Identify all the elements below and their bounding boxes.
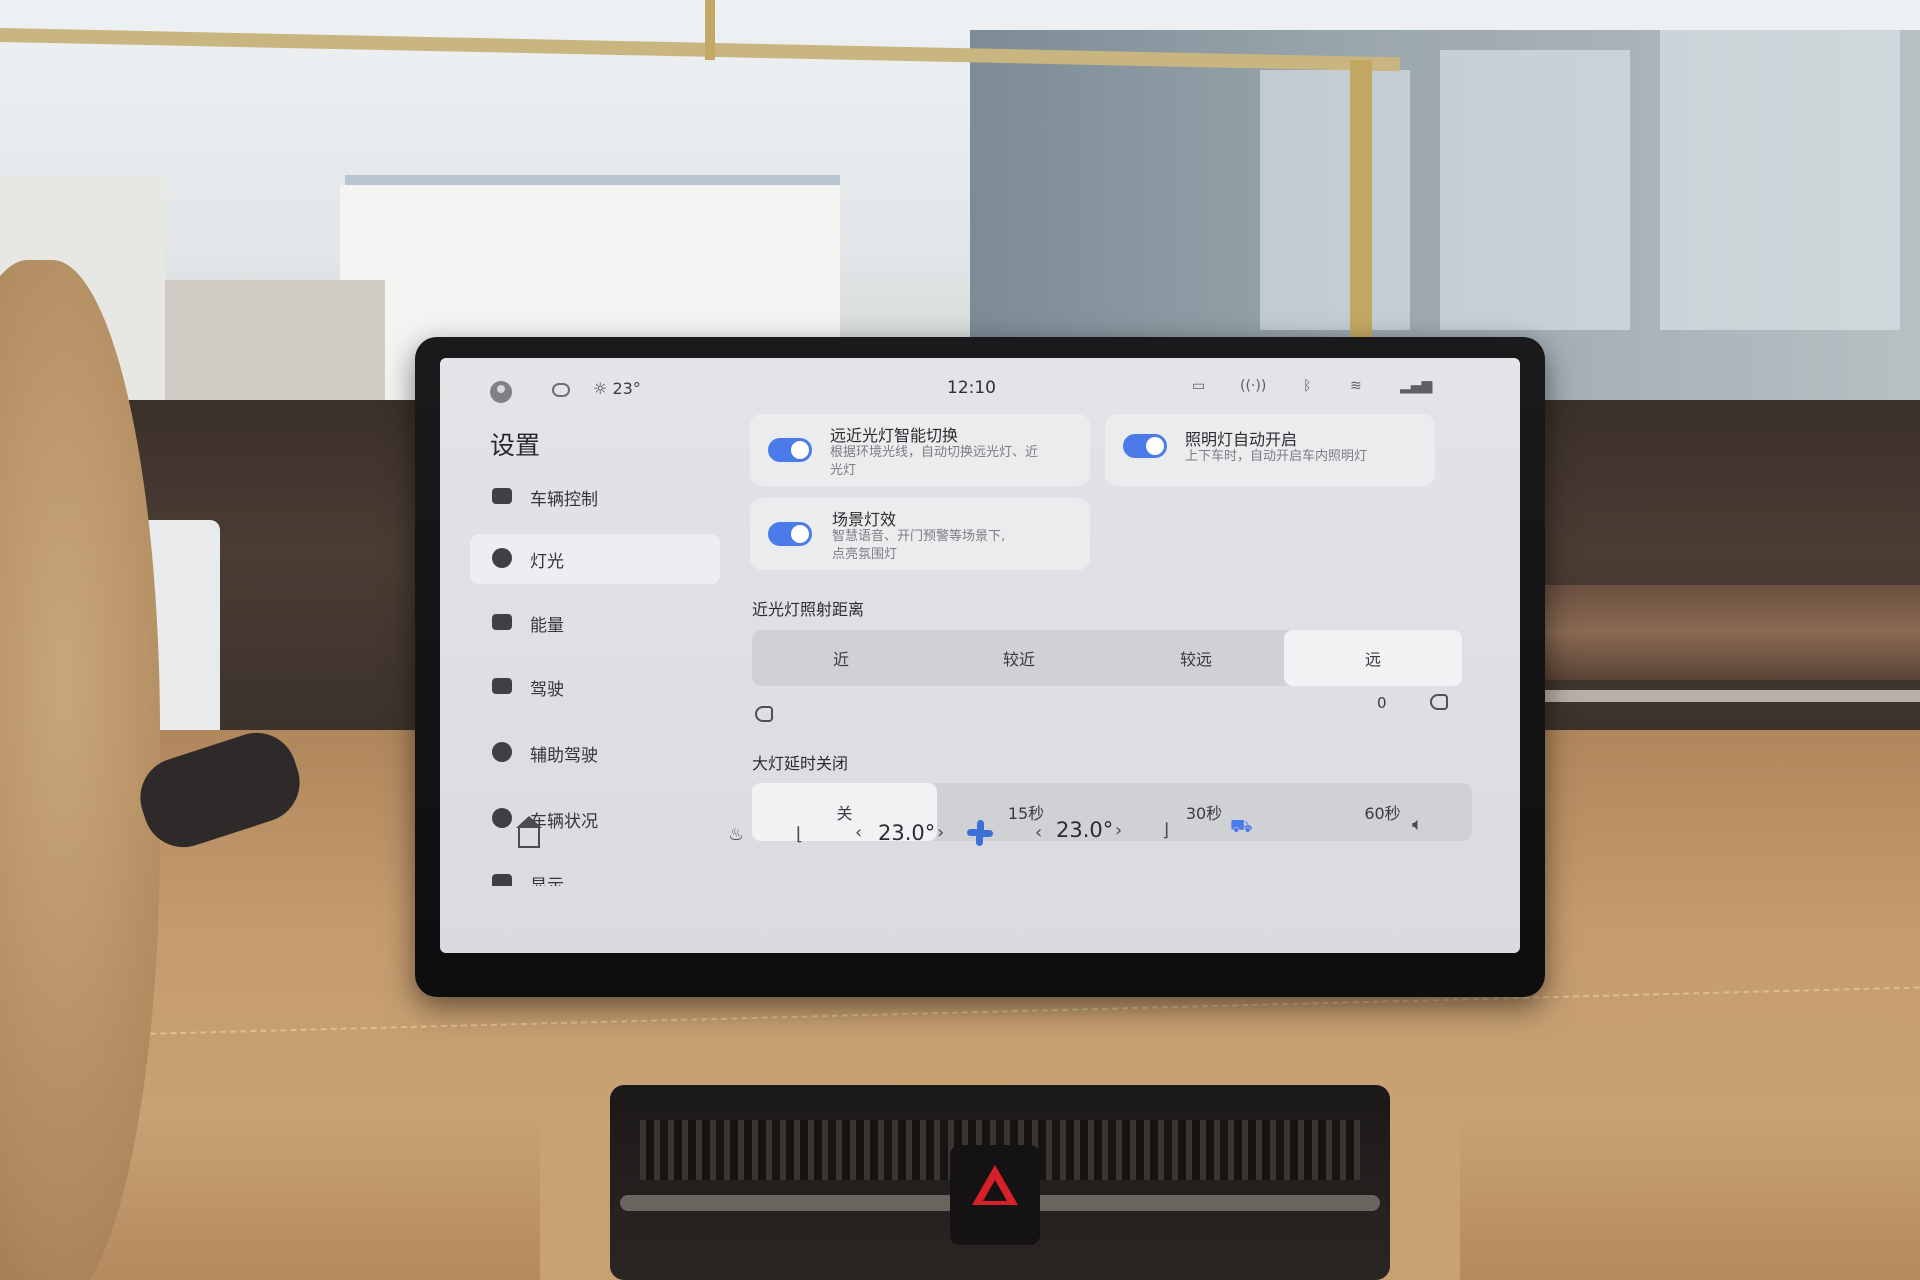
- low-beam-level-value: 0: [1377, 694, 1387, 712]
- right-temp-up[interactable]: ›: [1115, 820, 1122, 841]
- vibrate-icon: ((·)): [1240, 378, 1267, 394]
- card-title: 远近光灯智能切换: [830, 426, 959, 445]
- clock: 12:10: [947, 378, 996, 398]
- sidebar-item-vehicle-control[interactable]: 车辆控制: [470, 472, 720, 522]
- high-beam-lamp-icon: [1430, 694, 1448, 710]
- seat-heat-left-icon[interactable]: ⌊: [796, 824, 803, 845]
- option-label: 远: [1364, 650, 1381, 669]
- low-beam-lamp-icon: [755, 706, 773, 722]
- interior-light-card: 照明灯自动开启 上下车时，自动开启车内照明灯: [1105, 414, 1435, 486]
- card-desc-line2: 光灯: [830, 463, 857, 478]
- user-avatar-icon[interactable]: [490, 381, 512, 403]
- sidebar-item-label: 驾驶: [530, 680, 564, 700]
- message-icon[interactable]: [552, 383, 570, 397]
- right-temp-down[interactable]: ‹: [1035, 822, 1042, 843]
- fan-icon[interactable]: [967, 820, 993, 846]
- low-beam-option-near[interactable]: 近: [752, 630, 930, 686]
- bluetooth-icon: ᛒ: [1303, 378, 1312, 394]
- wifi-icon: ≋: [1350, 378, 1362, 394]
- option-label: 近: [832, 650, 849, 669]
- sidebar-item-assisted-driving[interactable]: 辅助驾驶: [470, 728, 720, 778]
- scene-light-toggle[interactable]: [768, 522, 812, 546]
- card-title: 场景灯效: [832, 510, 897, 529]
- left-temp-up[interactable]: ›: [937, 822, 944, 843]
- option-label: 较近: [1002, 650, 1035, 669]
- display-icon: [492, 874, 512, 886]
- left-temperature: 23.0°: [878, 821, 936, 845]
- delay-option-30s[interactable]: 30秒: [1115, 783, 1293, 841]
- card-title: 照明灯自动开启: [1185, 430, 1298, 449]
- low-beam-option-farther[interactable]: 较远: [1108, 630, 1284, 686]
- auto-high-beam-toggle[interactable]: [768, 438, 812, 462]
- card-desc: 上下车时，自动开启车内照明灯: [1185, 449, 1368, 464]
- sidebar-item-energy[interactable]: 能量: [470, 598, 720, 648]
- weather-temp: 23°: [612, 379, 641, 398]
- car-icon: [492, 678, 512, 694]
- sidebar-item-display[interactable]: 显示: [470, 858, 720, 886]
- battery-icon: [492, 614, 512, 630]
- low-beam-option-nearer[interactable]: 较近: [930, 630, 1108, 686]
- weather-indicator: ☼ 23°: [593, 379, 641, 398]
- infotainment-screen: ☼ 23° 12:10 ▭ ((·)) ᛒ ≋ ▂▄▆ 设置 车辆控制 灯光 能…: [440, 358, 1520, 953]
- console-right: [1380, 1100, 1460, 1280]
- low-beam-distance-selector: 近 较近 较远 远: [752, 630, 1462, 686]
- card-desc-line2: 点亮氛围灯: [832, 547, 898, 562]
- vehicle-status-icon: [492, 808, 512, 828]
- option-label: 30秒: [1185, 804, 1223, 823]
- delay-option-60s[interactable]: 60秒: [1293, 783, 1472, 841]
- sidebar-item-driving[interactable]: 驾驶: [470, 662, 720, 712]
- steering-wheel-icon: [492, 742, 512, 762]
- sidebar-item-light[interactable]: 灯光: [470, 534, 720, 584]
- option-label: 较远: [1179, 650, 1212, 669]
- dashcam-icon: ▭: [1192, 378, 1206, 394]
- air-circulation-icon[interactable]: ⛟: [1230, 816, 1253, 840]
- home-icon[interactable]: [516, 816, 542, 848]
- sun-icon: ☼: [593, 379, 608, 398]
- rear-defrost-icon[interactable]: ♨: [728, 824, 744, 845]
- light-icon: [492, 548, 512, 568]
- interior-light-toggle[interactable]: [1123, 434, 1167, 458]
- low-beam-option-far[interactable]: 远: [1284, 630, 1462, 686]
- settings-title: 设置: [490, 431, 541, 460]
- seat-heat-right-icon[interactable]: ⌋: [1162, 820, 1169, 841]
- canopy-post-small: [705, 0, 715, 60]
- sidebar-item-vehicle-status[interactable]: 车辆状况: [470, 794, 720, 844]
- volume-icon[interactable]: 🔈︎: [1412, 814, 1423, 835]
- card-desc-line1: 智慧语音、开门预警等场景下,: [832, 529, 1006, 544]
- sidebar-item-label: 能量: [530, 616, 564, 636]
- sidebar-item-label: 显示: [530, 876, 564, 886]
- sidebar-item-label: 灯光: [530, 552, 564, 572]
- sidebar-item-label: 辅助驾驶: [530, 746, 598, 766]
- wood-trim: [1500, 585, 1920, 680]
- sidebar-item-label: 车辆控制: [530, 490, 598, 510]
- headlight-delay-title: 大灯延时关闭: [752, 754, 849, 773]
- vehicle-control-icon: [492, 488, 512, 504]
- auto-high-beam-card: 远近光灯智能切换 根据环境光线，自动切换远光灯、近 光灯: [750, 414, 1090, 486]
- chrome-trim: [1510, 690, 1920, 702]
- option-label: 60秒: [1364, 804, 1401, 823]
- cellular-signal-icon: ▂▄▆: [1400, 378, 1433, 394]
- right-temperature: 23.0°: [1056, 818, 1114, 842]
- console-left: [540, 1100, 620, 1280]
- card-desc-line1: 根据环境光线，自动切换远光灯、近: [830, 445, 1039, 460]
- hazard-triangle-inner: [983, 1180, 1007, 1201]
- low-beam-distance-title: 近光灯照射距离: [752, 600, 865, 619]
- left-temp-down[interactable]: ‹: [855, 822, 862, 843]
- scene-light-card: 场景灯效 智慧语音、开门预警等场景下, 点亮氛围灯: [750, 498, 1090, 570]
